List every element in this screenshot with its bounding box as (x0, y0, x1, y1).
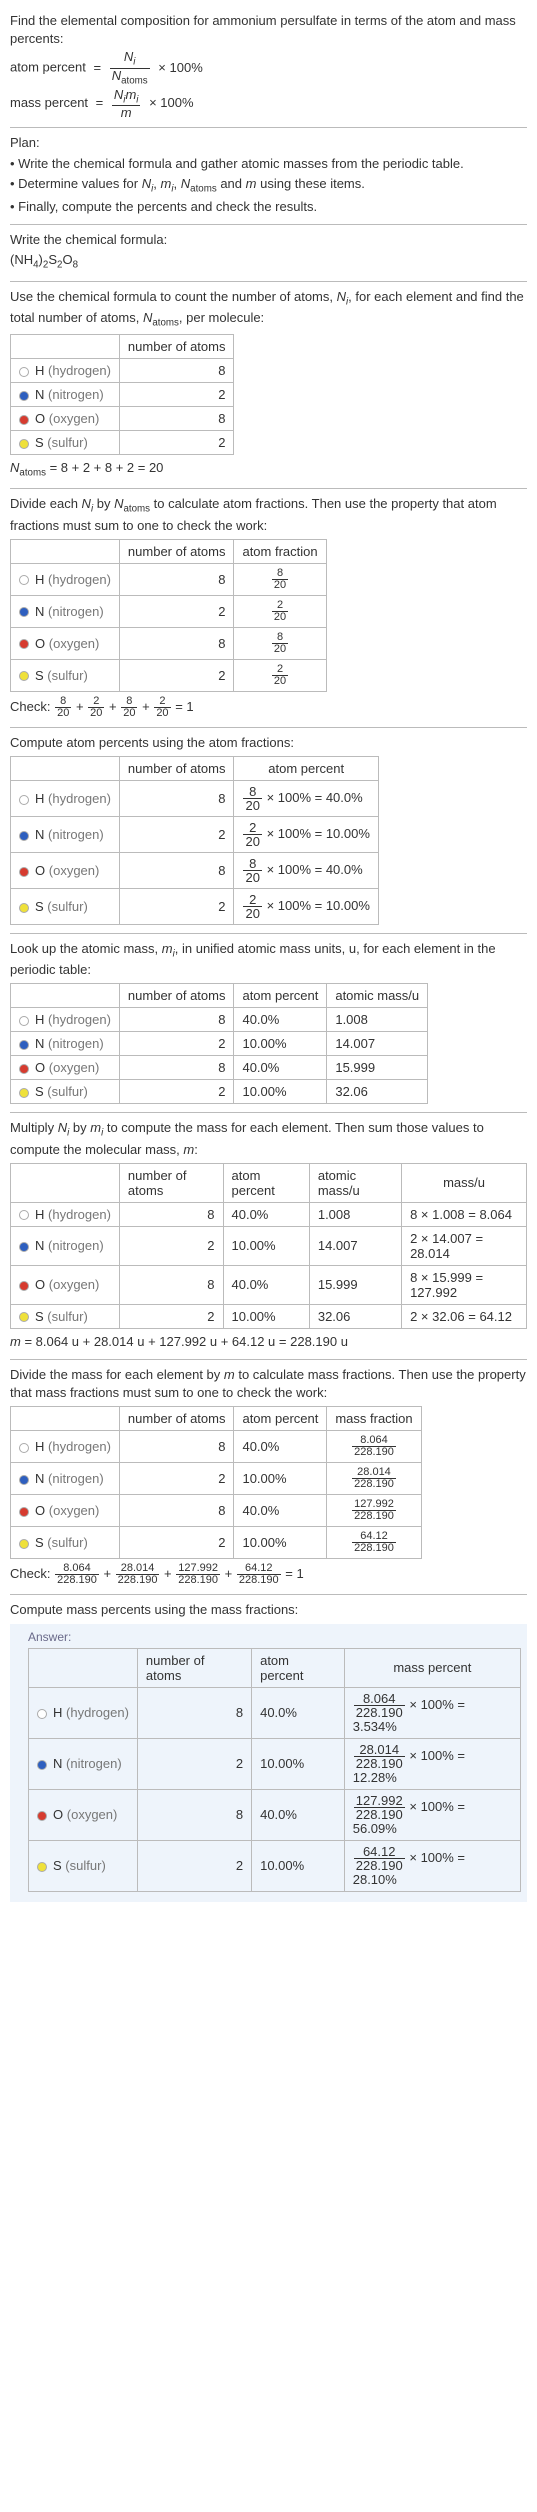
element-dot (19, 391, 29, 401)
frac-text: Divide each Ni by Natoms to calculate at… (10, 495, 527, 534)
table-row: H (hydrogen) 8 820 (11, 563, 327, 595)
mass-frac-check: Check: 8.064228.190 + 28.014228.190 + 12… (10, 1563, 527, 1586)
amass-text: Look up the atomic mass, mi, in unified … (10, 940, 527, 979)
answer-label: Answer: (28, 1630, 521, 1644)
table-row: S (sulfur) 2 220 (11, 659, 327, 691)
table-row: O (oxygen) 840.0%15.9998 × 15.999 = 127.… (11, 1265, 527, 1304)
table-row: N (nitrogen) 2 220 × 100% = 10.00% (11, 816, 379, 852)
mass-table: number of atomsatom percentatomic mass/u… (10, 1163, 527, 1329)
element-dot (19, 1040, 29, 1050)
element-dot (37, 1760, 47, 1770)
masspct-text: Compute mass percents using the mass fra… (10, 1601, 527, 1619)
table-row: O (oxygen) 8 (11, 407, 234, 431)
plan-b3: • Finally, compute the percents and chec… (10, 198, 527, 216)
element-dot (37, 1862, 47, 1872)
table-row: H (hydrogen) 8 820 × 100% = 40.0% (11, 780, 379, 816)
intro-text: Find the elemental composition for ammon… (10, 12, 527, 48)
plan-b1: • Write the chemical formula and gather … (10, 155, 527, 173)
chemical-formula-section: Write the chemical formula: (NH4)2S2O8 (10, 231, 527, 272)
element-dot (19, 1312, 29, 1322)
formula-label: Write the chemical formula: (10, 231, 527, 249)
element-dot (19, 1281, 29, 1291)
table-row: H (hydrogen) 840.0% 8.064228.190 × 100% … (29, 1687, 521, 1738)
mass-fraction-section: Divide the mass for each element by m to… (10, 1366, 527, 1586)
plan: Plan: • Write the chemical formula and g… (10, 134, 527, 216)
element-dot (19, 1088, 29, 1098)
table-row: S (sulfur) 210.00% 64.12228.190 × 100% =… (29, 1840, 521, 1891)
table-row: O (oxygen) 840.0%15.999 (11, 1056, 428, 1080)
element-dot (19, 1443, 29, 1453)
table-row: S (sulfur) 2 220 × 100% = 10.00% (11, 888, 379, 924)
table-row: O (oxygen) 840.0% 127.992228.190 (11, 1495, 422, 1527)
table-row: N (nitrogen) 210.00% 28.014228.190 × 100… (29, 1738, 521, 1789)
mass-text: Multiply Ni by mi to compute the mass fo… (10, 1119, 527, 1158)
element-dot (19, 903, 29, 913)
element-dot (19, 867, 29, 877)
count-text: Use the chemical formula to count the nu… (10, 288, 527, 330)
count-atoms-section: Use the chemical formula to count the nu… (10, 288, 527, 481)
element-dot (19, 639, 29, 649)
atomic-mass-table: number of atomsatom percentatomic mass/u… (10, 983, 428, 1104)
table-row: N (nitrogen) 2 (11, 383, 234, 407)
element-dot (19, 1016, 29, 1026)
mass-percent-formula: mass percent = Nimi m × 100% (10, 88, 527, 119)
element-dot (19, 1507, 29, 1517)
table-row: O (oxygen) 840.0% 127.992228.190 × 100% … (29, 1789, 521, 1840)
element-dot (19, 1210, 29, 1220)
table-row: H (hydrogen) 840.0%1.0088 × 1.008 = 8.06… (11, 1202, 527, 1226)
table-row: S (sulfur) 210.00%32.06 (11, 1080, 428, 1104)
element-dot (19, 415, 29, 425)
atom-fraction-table: number of atomsatom fraction H (hydrogen… (10, 539, 327, 692)
atom-fractions-section: Divide each Ni by Natoms to calculate at… (10, 495, 527, 718)
element-dot (19, 607, 29, 617)
atomic-mass-section: Look up the atomic mass, mi, in unified … (10, 940, 527, 1104)
atom-frac-check: Check: 820 + 220 + 820 + 220 = 1 (10, 696, 527, 719)
table-row: N (nitrogen) 2 220 (11, 595, 327, 627)
element-dot (19, 1064, 29, 1074)
atom-count-table: number of atoms H (hydrogen) 8 N (nitrog… (10, 334, 234, 455)
element-dot (19, 831, 29, 841)
element-dot (19, 575, 29, 585)
element-dot (19, 671, 29, 681)
mass-percent-section: Compute mass percents using the mass fra… (10, 1601, 527, 1901)
table-row: H (hydrogen) 8 (11, 359, 234, 383)
element-dot (19, 1539, 29, 1549)
table-row: O (oxygen) 8 820 (11, 627, 327, 659)
element-dot (19, 1242, 29, 1252)
chemical-formula: (NH4)2S2O8 (10, 251, 527, 272)
atompct-text: Compute atom percents using the atom fra… (10, 734, 527, 752)
element-dot (19, 439, 29, 449)
table-row: S (sulfur) 2 (11, 431, 234, 455)
table-row: N (nitrogen) 210.00%14.007 (11, 1032, 428, 1056)
mass-calc-section: Multiply Ni by mi to compute the mass fo… (10, 1119, 527, 1351)
atom-percent-table: number of atomsatom percent H (hydrogen)… (10, 756, 379, 925)
element-dot (37, 1709, 47, 1719)
table-row: N (nitrogen) 210.00% 28.014228.190 (11, 1463, 422, 1495)
table-row: H (hydrogen) 840.0%1.008 (11, 1008, 428, 1032)
natoms-sum: Natoms = 8 + 2 + 8 + 2 = 20 (10, 459, 527, 480)
atom-percent-formula: atom percent = Ni Natoms × 100% (10, 50, 527, 86)
element-dot (19, 1475, 29, 1485)
massfrac-text: Divide the mass for each element by m to… (10, 1366, 527, 1402)
atom-percent-section: Compute atom percents using the atom fra… (10, 734, 527, 925)
table-row: S (sulfur) 210.00% 64.12228.190 (11, 1527, 422, 1559)
intro: Find the elemental composition for ammon… (10, 12, 527, 119)
mass-fraction-table: number of atomsatom percentmass fraction… (10, 1406, 422, 1559)
answer-block: Answer: number of atomsatom percentmass … (10, 1624, 527, 1902)
m-sum: m = 8.064 u + 28.014 u + 127.992 u + 64.… (10, 1333, 527, 1351)
element-dot (19, 795, 29, 805)
table-row: O (oxygen) 8 820 × 100% = 40.0% (11, 852, 379, 888)
element-dot (37, 1811, 47, 1821)
table-row: H (hydrogen) 840.0% 8.064228.190 (11, 1431, 422, 1463)
element-dot (19, 367, 29, 377)
table-row: S (sulfur) 210.00%32.062 × 32.06 = 64.12 (11, 1304, 527, 1328)
answer-table: number of atomsatom percentmass percent … (28, 1648, 521, 1892)
table-row: N (nitrogen) 210.00%14.0072 × 14.007 = 2… (11, 1226, 527, 1265)
plan-b2: • Determine values for Ni, mi, Natoms an… (10, 175, 527, 196)
plan-heading: Plan: (10, 134, 527, 152)
